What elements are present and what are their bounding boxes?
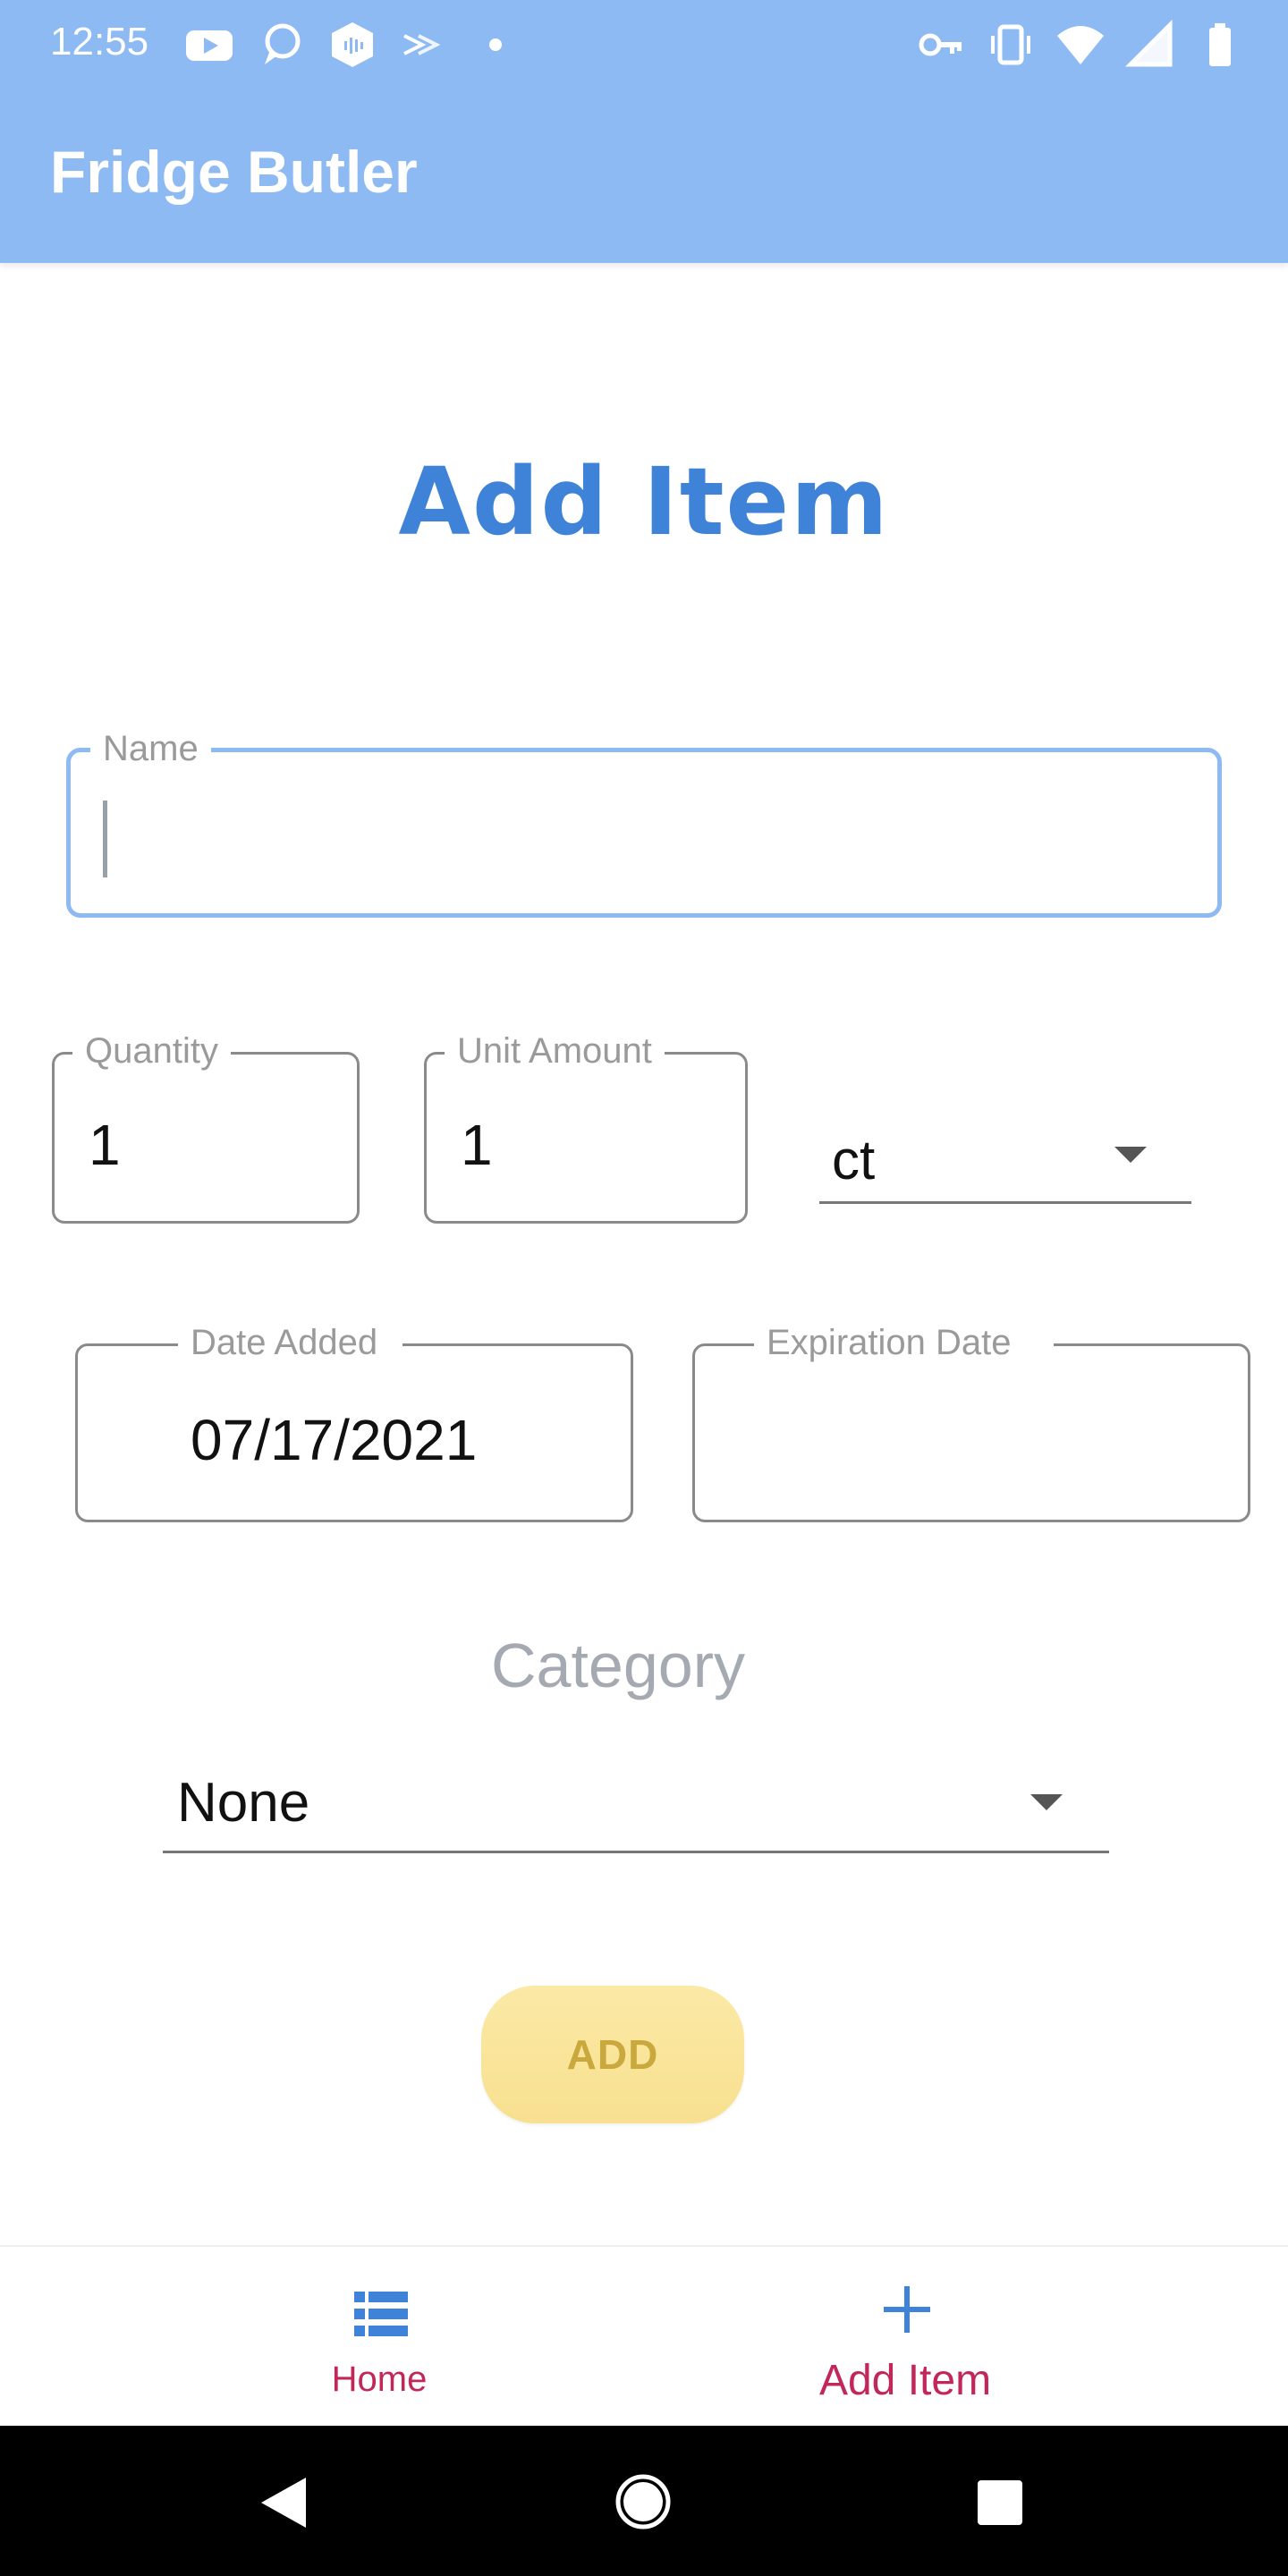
unit-amount-label: Unit Amount bbox=[445, 1031, 665, 1072]
plus-icon bbox=[884, 2286, 930, 2333]
vibrate-icon bbox=[991, 24, 1030, 65]
quantity-field[interactable]: Quantity 1 bbox=[52, 1031, 360, 1224]
status-icons-left bbox=[184, 20, 521, 70]
app-root: 12:55 Fridge Butler Add Item Name Quanti… bbox=[0, 0, 1288, 2576]
wifi-icon bbox=[1057, 26, 1104, 64]
category-select[interactable]: None bbox=[163, 1758, 1109, 1853]
dropdown-arrow-icon bbox=[1114, 1147, 1147, 1163]
app-title: Fridge Butler bbox=[50, 139, 418, 205]
nav-item-home[interactable]: Home bbox=[0, 2247, 644, 2428]
dot-icon bbox=[489, 38, 502, 51]
home-circle-icon[interactable] bbox=[614, 2472, 673, 2531]
signal-icon bbox=[1125, 20, 1173, 67]
category-label: Category bbox=[490, 1631, 746, 1700]
chat-bubble-icon bbox=[265, 23, 301, 64]
shield-icon bbox=[332, 22, 373, 67]
battery-icon bbox=[1209, 23, 1231, 66]
vpn-key-icon bbox=[919, 33, 962, 56]
add-button[interactable]: ADD bbox=[481, 1986, 744, 2123]
status-bar: 12:55 bbox=[0, 0, 1288, 88]
system-nav-bar bbox=[0, 2426, 1288, 2576]
status-time: 12:55 bbox=[50, 20, 149, 64]
text-cursor bbox=[103, 801, 107, 877]
unit-amount-value: 1 bbox=[461, 1113, 493, 1177]
expiration-date-label: Expiration Date bbox=[754, 1323, 1055, 1363]
back-icon[interactable] bbox=[259, 2476, 308, 2529]
list-icon bbox=[354, 2292, 408, 2336]
quantity-value: 1 bbox=[89, 1113, 121, 1177]
nav-label-add-item: Add Item bbox=[818, 2357, 992, 2404]
date-added-label: Date Added bbox=[178, 1323, 403, 1363]
unit-select[interactable]: ct bbox=[819, 1109, 1191, 1204]
dropdown-arrow-icon bbox=[1030, 1794, 1063, 1810]
unit-amount-field[interactable]: Unit Amount 1 bbox=[424, 1031, 748, 1224]
status-icons-right bbox=[916, 20, 1245, 70]
unit-select-value: ct bbox=[832, 1130, 876, 1191]
page-title: Add Item bbox=[398, 447, 890, 556]
cast-icon bbox=[403, 34, 441, 55]
app-bar: Fridge Butler bbox=[0, 88, 1288, 263]
date-added-field[interactable]: Date Added 07/17/2021 bbox=[75, 1323, 633, 1522]
bottom-nav: Home Add Item bbox=[0, 2245, 1288, 2426]
date-added-value: 07/17/2021 bbox=[191, 1408, 478, 1472]
name-field[interactable]: Name bbox=[66, 729, 1222, 918]
quantity-label: Quantity bbox=[72, 1031, 231, 1072]
youtube-icon bbox=[186, 30, 233, 61]
nav-item-add-item[interactable]: Add Item bbox=[644, 2247, 1288, 2428]
expiration-date-field[interactable]: Expiration Date bbox=[692, 1323, 1250, 1522]
name-label: Name bbox=[90, 729, 211, 769]
category-select-value: None bbox=[177, 1772, 310, 1834]
recents-square-icon[interactable] bbox=[977, 2479, 1023, 2526]
